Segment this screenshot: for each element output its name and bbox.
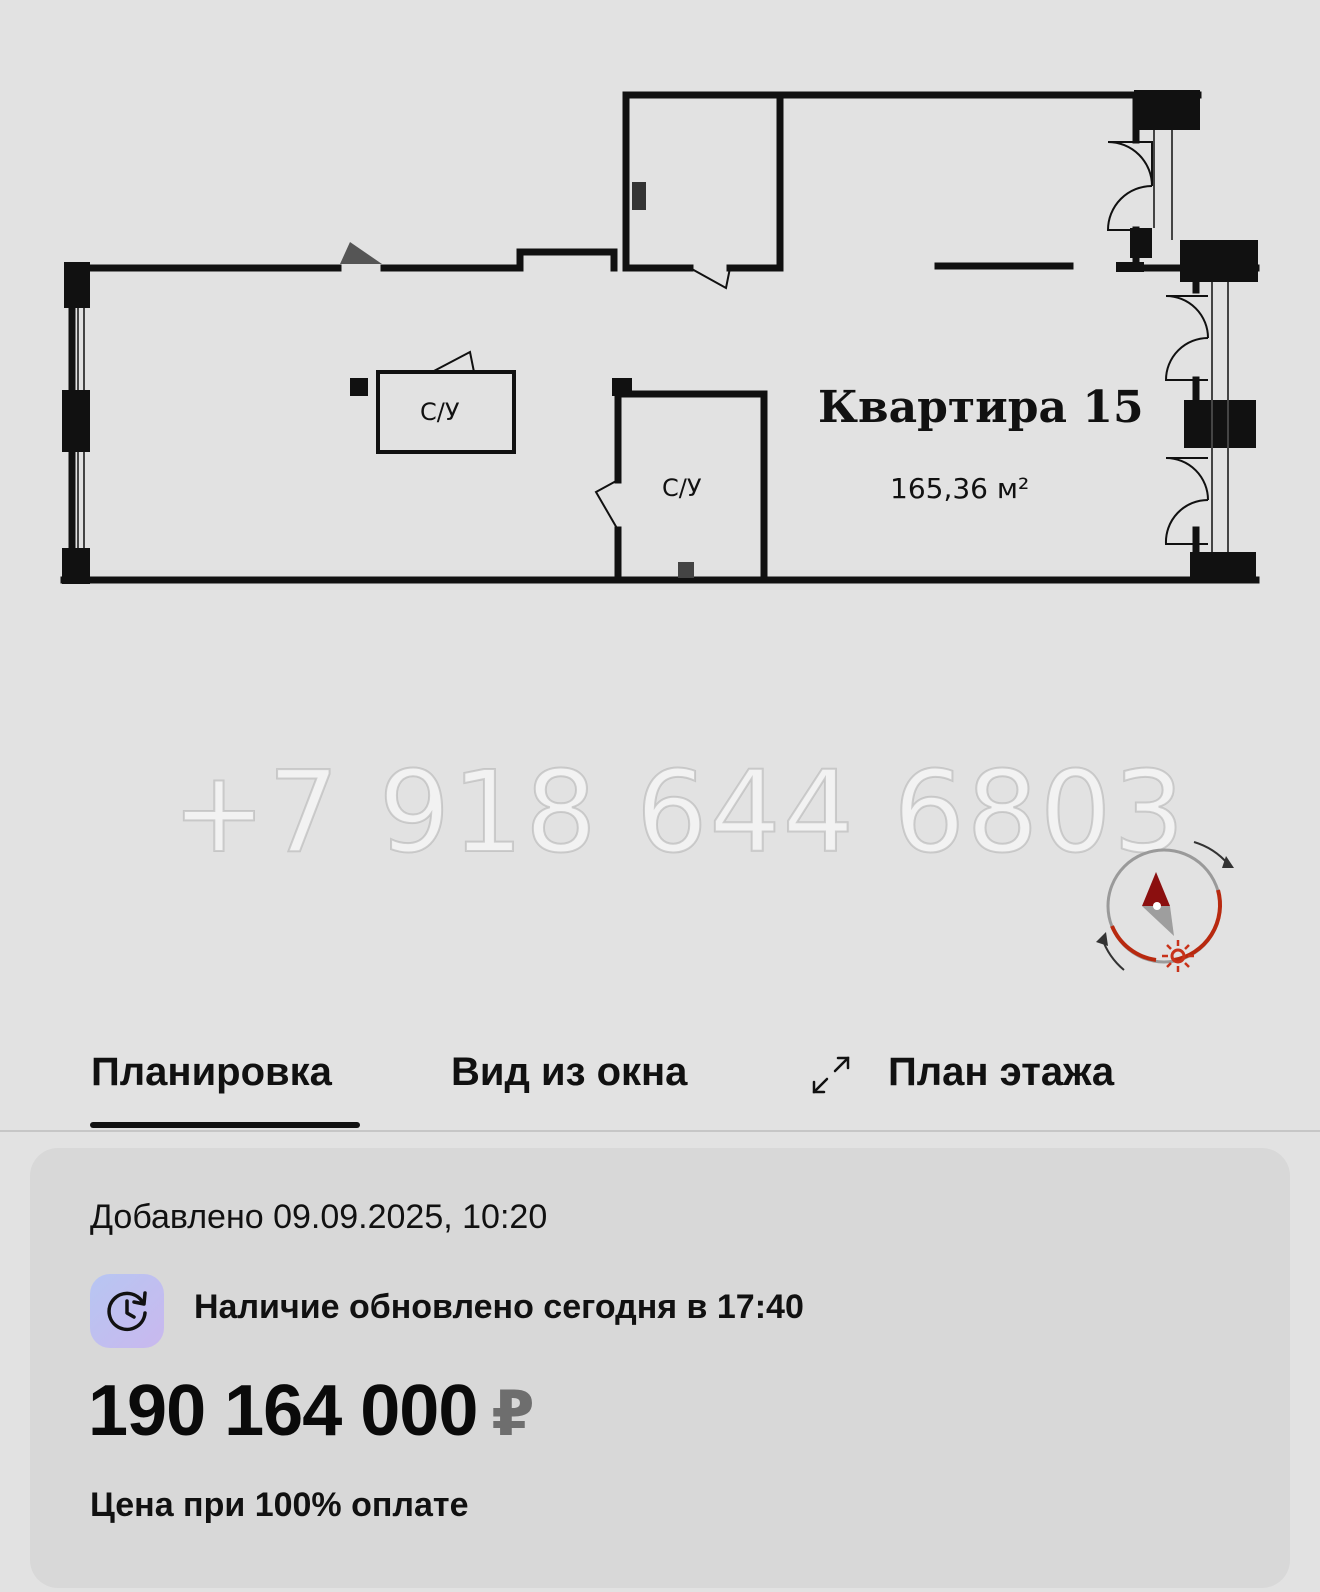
tab-window-view[interactable]: Вид из окна	[451, 1050, 687, 1095]
availability-status: Наличие обновлено сегодня в 17:40	[194, 1288, 804, 1326]
tab-bar: Планировка Вид из окна План этажа	[0, 1030, 1320, 1132]
tab-floor-plan[interactable]: План этажа	[888, 1050, 1114, 1095]
expand-icon[interactable]	[808, 1052, 854, 1098]
phone-watermark: +7 918 644 6803	[171, 747, 1187, 879]
added-date: Добавлено 09.09.2025, 10:20	[90, 1198, 548, 1236]
room-label-bathroom-2: С/У	[662, 474, 702, 502]
price-value: 190 164 000	[88, 1371, 478, 1451]
price-card: Добавлено 09.09.2025, 10:20 Наличие обно…	[30, 1148, 1290, 1588]
currency-symbol: ₽	[491, 1380, 534, 1449]
room-label-bathroom-1: С/У	[420, 398, 460, 426]
active-tab-indicator	[90, 1122, 360, 1128]
compass-icon[interactable]	[1096, 836, 1246, 986]
apartment-area: 165,36 м²	[890, 472, 1030, 505]
clock-refresh-icon	[90, 1274, 164, 1348]
price-note: Цена при 100% оплате	[90, 1486, 469, 1524]
price: 190 164 000 ₽	[88, 1370, 535, 1452]
tab-layout[interactable]: Планировка	[91, 1050, 332, 1095]
apartment-title: Квартира 15	[818, 382, 1144, 433]
